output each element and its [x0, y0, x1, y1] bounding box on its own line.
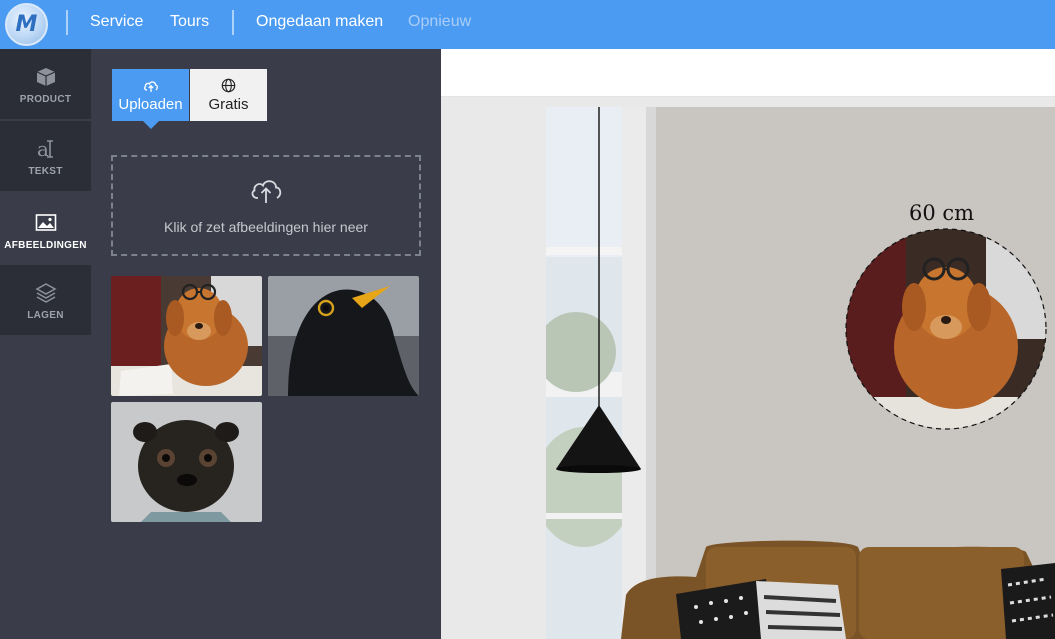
rail-item-layers[interactable]: LAGEN [0, 265, 91, 335]
dimension-label: 60 cm [909, 201, 975, 225]
text-icon: a [33, 136, 59, 162]
toolbar-divider [232, 10, 234, 35]
room-scene [546, 107, 1055, 639]
tours-link[interactable]: Tours [170, 12, 209, 32]
cloud-upload-icon [143, 78, 159, 94]
service-link[interactable]: Service [90, 12, 143, 32]
thumbnail-pug[interactable] [111, 402, 262, 522]
cloud-upload-icon [249, 176, 283, 209]
thumbnail-dog-glasses[interactable] [111, 276, 262, 396]
tab-free[interactable]: Gratis [190, 69, 267, 121]
tab-label: Gratis [208, 95, 249, 113]
box-icon [33, 64, 59, 90]
rail-label: LAGEN [27, 309, 64, 321]
layers-icon [33, 280, 59, 306]
tab-label: Uploaden [118, 95, 183, 113]
image-icon [33, 210, 59, 236]
rail-item-images[interactable]: AFBEELDINGEN [0, 195, 91, 265]
redo-button[interactable]: Opnieuw [408, 12, 471, 32]
toolbar-divider [66, 10, 68, 35]
rail-label: AFBEELDINGEN [4, 239, 87, 251]
tab-upload[interactable]: Uploaden [112, 69, 189, 129]
canvas-toolbar-area [441, 49, 1055, 97]
design-canvas[interactable]: 60 cm [441, 97, 1055, 639]
rail-label: TEKST [28, 165, 63, 177]
thumbnail-blackbird[interactable] [268, 276, 419, 396]
dropzone-text: Klik of zet afbeeldingen hier neer [164, 219, 368, 235]
rail-item-product[interactable]: PRODUCT [0, 49, 91, 119]
logo-letter: M [15, 12, 38, 37]
top-bar: M Service Tours Ongedaan maken Opnieuw [0, 0, 1055, 49]
upload-dropzone[interactable]: Klik of zet afbeeldingen hier neer [111, 155, 421, 256]
app-logo[interactable]: M [5, 3, 48, 46]
rail-label: PRODUCT [19, 93, 72, 105]
rail-item-text[interactable]: a TEKST [0, 121, 91, 191]
globe-icon [221, 78, 236, 94]
undo-button[interactable]: Ongedaan maken [256, 12, 383, 32]
left-rail: PRODUCT a TEKST AFBEELDINGEN LAGEN [0, 49, 91, 639]
images-panel: Uploaden Gratis Klik of zet afbeeldingen… [91, 49, 441, 639]
